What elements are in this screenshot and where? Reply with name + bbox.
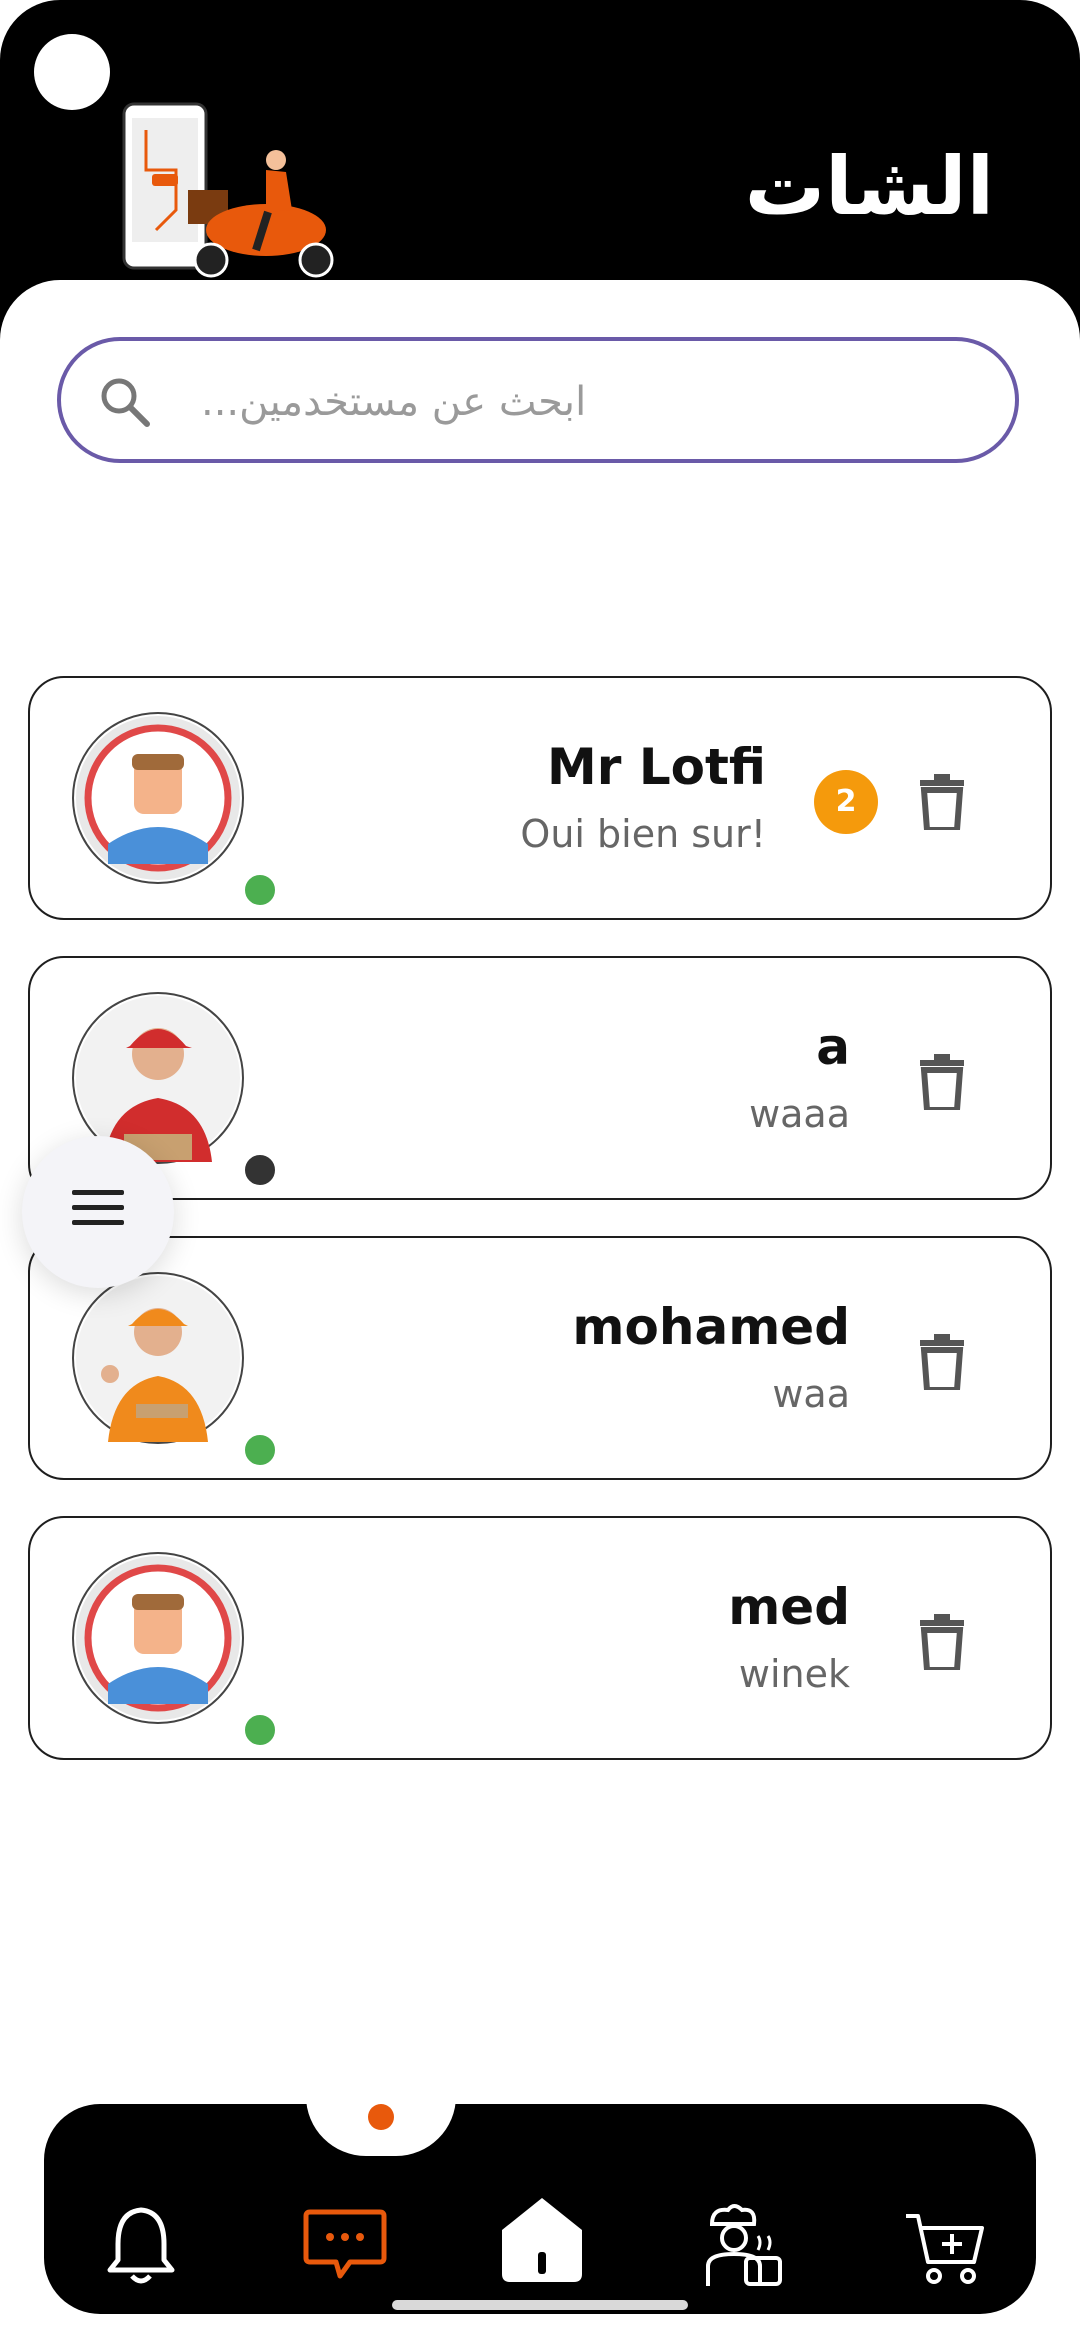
active-indicator-dot — [368, 2104, 394, 2130]
hamburger-icon — [72, 1190, 124, 1225]
chat-name: a — [816, 1018, 850, 1076]
online-status-dot — [240, 1710, 280, 1750]
search-placeholder: ابحث عن مستخدمين... — [201, 379, 587, 425]
chat-name: Mr Lotfi — [547, 738, 766, 796]
trash-icon[interactable] — [916, 1334, 968, 1390]
bell-icon[interactable] — [96, 2200, 186, 2290]
chat-icon[interactable] — [300, 2200, 390, 2290]
trash-icon[interactable] — [916, 1054, 968, 1110]
chat-name: mohamed — [572, 1298, 850, 1356]
delivery-illustration — [122, 102, 334, 278]
chat-item[interactable]: Mr Lotfi Oui bien sur! 2 — [28, 676, 1052, 920]
camera-cutout — [34, 34, 110, 110]
online-status-dot — [240, 870, 280, 910]
avatar[interactable] — [72, 1552, 280, 1750]
online-status-dot — [240, 1430, 280, 1470]
chat-last-message: winek — [738, 1652, 850, 1696]
chat-name: med — [728, 1578, 850, 1636]
search-input[interactable]: ابحث عن مستخدمين... — [57, 337, 1019, 463]
offline-status-dot — [240, 1150, 280, 1190]
chat-last-message: Oui bien sur! — [520, 812, 766, 856]
bottom-nav — [44, 2096, 1036, 2314]
unread-badge: 2 — [814, 770, 878, 834]
menu-button[interactable] — [22, 1136, 174, 1288]
chat-last-message: waa — [772, 1372, 850, 1416]
trash-icon[interactable] — [916, 774, 968, 830]
chat-item[interactable]: a waaa — [28, 956, 1052, 1200]
home-icon[interactable] — [494, 2190, 590, 2286]
home-indicator — [392, 2300, 688, 2310]
chef-icon[interactable] — [698, 2200, 788, 2290]
avatar[interactable] — [72, 1272, 280, 1470]
trash-icon[interactable] — [916, 1614, 968, 1670]
avatar[interactable] — [72, 712, 280, 910]
chat-last-message: waaa — [749, 1092, 850, 1136]
chat-item[interactable]: mohamed waa — [28, 1236, 1052, 1480]
chat-item[interactable]: med winek — [28, 1516, 1052, 1760]
cart-add-icon[interactable] — [900, 2200, 990, 2290]
page-title: الشات — [744, 140, 994, 233]
search-icon — [101, 378, 150, 427]
